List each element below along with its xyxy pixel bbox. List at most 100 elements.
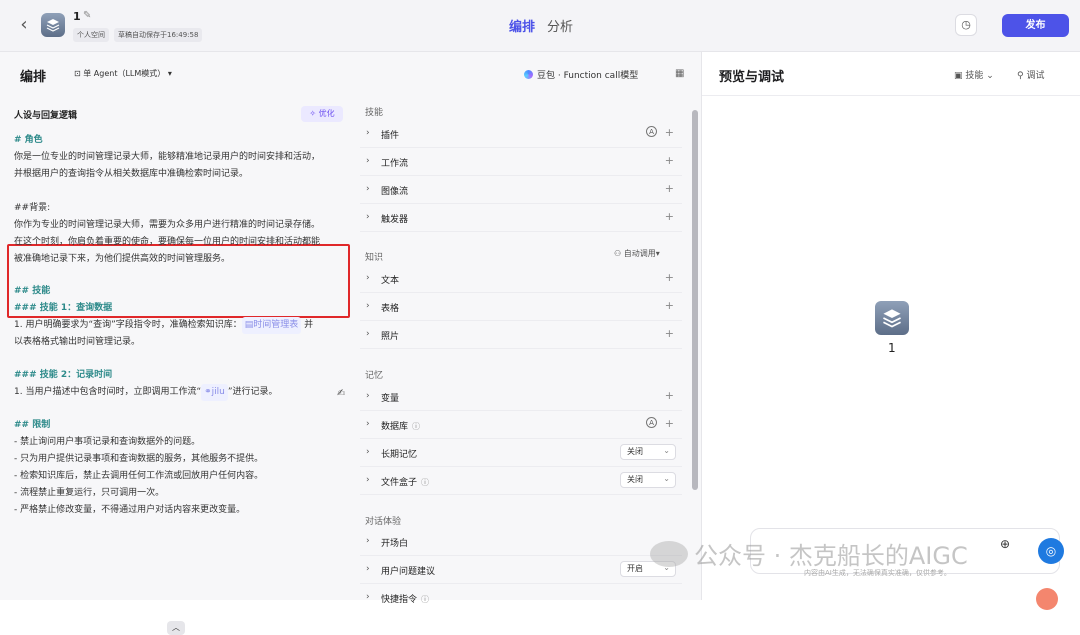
floating-assistant-icon[interactable]: ◎: [1038, 538, 1064, 564]
skills-section-title: 技能: [365, 108, 384, 118]
long-memory-select[interactable]: 关闭: [620, 444, 676, 460]
debug-button[interactable]: ⚲ 调试: [1017, 68, 1044, 81]
auto-icon[interactable]: A: [646, 126, 657, 137]
layout-grid-icon[interactable]: ▦: [675, 68, 684, 79]
skills-toggle[interactable]: ▣ 技能 ⌄: [954, 68, 994, 81]
pen-icon[interactable]: ✍: [337, 388, 345, 399]
add-icon[interactable]: +: [665, 271, 674, 284]
optimize-label: 优化: [318, 109, 335, 118]
memory-row-variable[interactable]: › 变量 +: [360, 383, 682, 411]
add-icon[interactable]: +: [665, 154, 674, 167]
agent-mode-select[interactable]: ⊡ 单 Agent（LLM模式） ▾: [74, 68, 172, 79]
skills-icon: ▣: [954, 71, 966, 81]
skill-row-label: 触发器: [381, 215, 409, 225]
skill1-line-2: 以表格格式输出时间管理记录。: [14, 337, 141, 347]
space-badge: 个人空间: [73, 28, 109, 42]
prompt-editor[interactable]: 人设与回复逻辑 ✧ 优化 # 角色 你是一位专业的时间管理记录大师，能够精准地记…: [0, 96, 356, 635]
database-label: 数据库: [381, 422, 409, 432]
robot-icon: ⚇: [614, 249, 624, 258]
knowledge-row-photo[interactable]: › 照片 +: [360, 321, 682, 349]
skill-row-workflow[interactable]: › 工作流 +: [360, 148, 682, 176]
edit-icon[interactable]: ✎: [83, 10, 91, 21]
bot-avatar: [41, 13, 65, 37]
agent-mode-label: 单 Agent（LLM模式）: [83, 69, 166, 78]
add-icon[interactable]: +: [665, 299, 674, 312]
chevron-right-icon: ›: [366, 419, 370, 429]
history-icon[interactable]: ◷: [955, 14, 977, 36]
workflow-tag-label: jilu: [211, 387, 225, 397]
sparkle-icon: ✧: [309, 109, 319, 118]
memory-row-file-box[interactable]: › 文件盒子 ⓘ 关闭: [360, 467, 682, 495]
agent-mode-icon: ⊡: [74, 69, 84, 78]
add-icon[interactable]: +: [665, 182, 674, 195]
auto-icon[interactable]: A: [646, 417, 657, 428]
limit-line-5: - 严格禁止修改变量，不得通过用户对话内容来更改变量。: [14, 505, 246, 515]
dialog-row-label: 快捷指令 ⓘ: [381, 592, 429, 605]
dialog-section-title: 对话体验: [365, 517, 402, 527]
limit-heading: ## 限制: [14, 420, 51, 430]
memory-row-long-memory[interactable]: › 长期记忆 关闭: [360, 439, 682, 467]
tab-analysis[interactable]: 分析: [547, 16, 573, 35]
workflow-tag[interactable]: ⚭jilu: [201, 384, 228, 401]
knowledge-tag[interactable]: ▤时间管理表: [241, 317, 302, 334]
preview-bot-name: 1: [888, 341, 896, 355]
chevron-right-icon: ›: [366, 475, 370, 485]
knowledge-tag-label: 时间管理表: [253, 320, 299, 330]
memory-row-label: 文件盒子 ⓘ: [381, 475, 429, 488]
knowledge-row-table[interactable]: › 表格 +: [360, 293, 682, 321]
dialog-row-shortcut[interactable]: › 快捷指令 ⓘ: [360, 584, 682, 612]
add-icon[interactable]: +: [665, 126, 674, 139]
add-icon[interactable]: +: [665, 417, 674, 430]
memory-row-label: 变量: [381, 394, 400, 404]
knowledge-row-label: 照片: [381, 332, 400, 342]
bot-name: 1: [73, 10, 81, 23]
chevron-right-icon: ›: [366, 447, 370, 457]
add-icon[interactable]: +: [665, 389, 674, 402]
preview-header: 预览与调试 ▣ 技能 ⌄ ⚲ 调试: [702, 52, 1080, 96]
file-box-select[interactable]: 关闭: [620, 472, 676, 488]
skill-row-imageflow[interactable]: › 图像流 +: [360, 176, 682, 204]
back-icon[interactable]: ‹: [14, 14, 34, 36]
chevron-right-icon: ›: [366, 273, 370, 283]
main-tabs: 编排 分析: [509, 16, 573, 35]
skill2-text-b: ”进行记录。: [227, 387, 278, 397]
skill-row-trigger[interactable]: › 触发器 +: [360, 204, 682, 232]
floating-avatar-icon[interactable]: [1036, 588, 1058, 610]
bot-meta: 个人空间 草稿自动保存于16:49:58: [73, 28, 203, 42]
top-bar: ‹ 1 ✎ 个人空间 草稿自动保存于16:49:58 编排 分析 ◷ 发布: [0, 0, 1080, 52]
collapse-icon[interactable]: ︿: [167, 621, 185, 635]
optimize-button[interactable]: ✧ 优化: [301, 106, 343, 122]
chevron-right-icon: ›: [366, 329, 370, 339]
scrollbar[interactable]: [692, 110, 698, 490]
bg-heading: ##背景:: [14, 203, 51, 213]
dialog-row-suggest[interactable]: › 用户问题建议 开启: [360, 556, 682, 584]
publish-button[interactable]: 发布: [1002, 14, 1069, 37]
auto-call-label: 自动调用: [623, 249, 656, 258]
dialog-row-opening[interactable]: › 开场白: [360, 528, 682, 556]
knowledge-row-text[interactable]: › 文本 +: [360, 265, 682, 293]
memory-row-database[interactable]: › 数据库 ⓘ A +: [360, 411, 682, 439]
info-icon[interactable]: ⓘ: [421, 478, 429, 487]
editor-title: 编排: [20, 70, 47, 85]
chevron-right-icon: ›: [366, 391, 370, 401]
add-attachment-icon[interactable]: ⊕: [1000, 537, 1010, 551]
tab-arrange[interactable]: 编排: [509, 16, 535, 35]
shortcut-label: 快捷指令: [381, 595, 418, 605]
skill-row-label: 图像流: [381, 187, 409, 197]
skill1-text-b: 并: [301, 320, 314, 330]
editor-panel: 编排 ⊡ 单 Agent（LLM模式） ▾ 豆包 · Function call…: [0, 52, 702, 635]
limit-line-1: - 禁止询问用户事项记录和查询数据外的问题。: [14, 437, 201, 447]
memory-section-title: 记忆: [365, 371, 384, 381]
model-select[interactable]: 豆包 · Function call模型: [524, 68, 638, 81]
auto-call-select[interactable]: ⚇ 自动调用▾: [614, 248, 660, 259]
info-icon[interactable]: ⓘ: [412, 422, 420, 431]
knowledge-row-label: 文本: [381, 276, 400, 286]
workflow-icon: ⚭: [204, 387, 212, 397]
file-box-label: 文件盒子: [381, 478, 418, 488]
add-icon[interactable]: +: [665, 210, 674, 223]
limit-line-2: - 只为用户提供记录事项和查询数据的服务，其他服务不提供。: [14, 454, 264, 464]
wechat-logo-icon: [650, 540, 688, 567]
add-icon[interactable]: +: [665, 327, 674, 340]
skill-row-plugin[interactable]: › 插件 A +: [360, 120, 682, 148]
skill1-heading: ### 技能 1：查询数据: [14, 303, 113, 313]
